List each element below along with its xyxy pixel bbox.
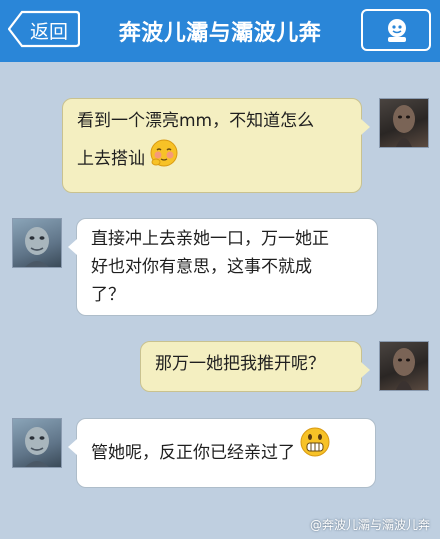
message-text: 直接冲上去亲她一口，万一她正 bbox=[91, 229, 329, 249]
avatar-contact[interactable] bbox=[12, 218, 62, 268]
message-bubble-outgoing: 看到一个漂亮mm，不知道怎么 上去搭讪 bbox=[62, 98, 370, 193]
message-bubble-incoming: 直接冲上去亲她一口，万一她正 好也对你有意思，这事不就成 了？ bbox=[68, 218, 378, 316]
back-button[interactable]: 返回 bbox=[8, 10, 80, 48]
grin-emoji-icon bbox=[299, 425, 331, 481]
message-text: 管她呢，反正你已经亲过了 bbox=[91, 425, 361, 481]
watermark: @奔波儿灞与灞波儿奔 bbox=[309, 518, 430, 532]
avatar-self[interactable] bbox=[379, 98, 429, 148]
message-text: 上去搭讪 bbox=[77, 138, 347, 180]
title-bar: 返回 奔波儿灞与灞波儿奔 bbox=[0, 0, 440, 62]
avatar-contact[interactable] bbox=[12, 418, 62, 468]
avatar-self[interactable] bbox=[379, 341, 429, 391]
back-label: 返回 bbox=[30, 21, 69, 43]
message-bubble-outgoing: 那万一她把我推开呢？ bbox=[140, 341, 370, 392]
profile-button[interactable] bbox=[361, 9, 431, 51]
message-text: 好也对你有意思，这事不就成 bbox=[91, 257, 312, 277]
message-bubble-incoming: 管她呢，反正你已经亲过了 bbox=[68, 418, 376, 488]
user-icon bbox=[388, 19, 406, 42]
shy-emoji-icon bbox=[149, 138, 179, 180]
page-title: 奔波儿灞与灞波儿奔 bbox=[118, 21, 322, 46]
message-text: 了？ bbox=[91, 285, 125, 305]
message-text: 看到一个漂亮mm，不知道怎么 bbox=[77, 111, 315, 131]
message-text: 那万一她把我推开呢？ bbox=[155, 354, 325, 374]
